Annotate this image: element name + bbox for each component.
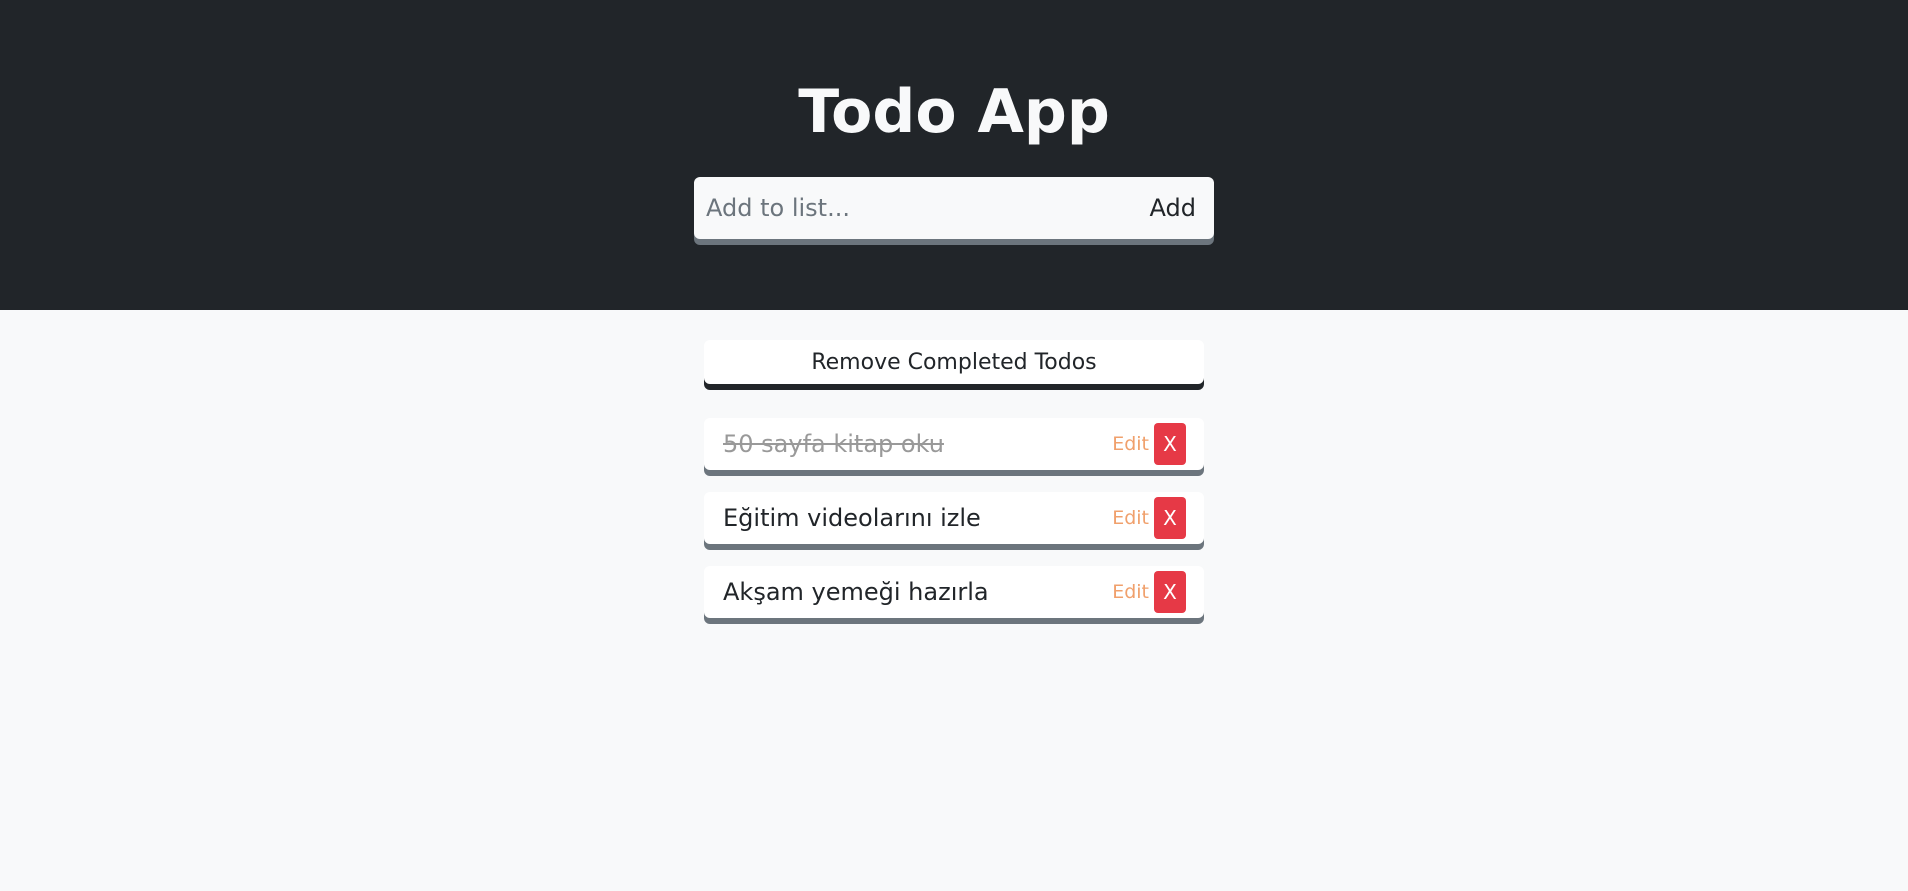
delete-button[interactable]: X bbox=[1154, 571, 1186, 613]
todo-text[interactable]: Eğitim videolarını izle bbox=[704, 504, 1107, 532]
add-todo-input[interactable] bbox=[694, 177, 1132, 239]
todo-item[interactable]: Akşam yemeği hazırla Edit X bbox=[704, 566, 1204, 618]
edit-button[interactable]: Edit bbox=[1107, 581, 1154, 603]
edit-button[interactable]: Edit bbox=[1107, 433, 1154, 455]
add-todo-form: Add bbox=[694, 177, 1214, 239]
edit-button[interactable]: Edit bbox=[1107, 507, 1154, 529]
todo-item[interactable]: 50 sayfa kitap oku Edit X bbox=[704, 418, 1204, 470]
delete-button[interactable]: X bbox=[1154, 497, 1186, 539]
todo-item[interactable]: Eğitim videolarını izle Edit X bbox=[704, 492, 1204, 544]
app-title: Todo App bbox=[798, 77, 1110, 147]
todo-text[interactable]: 50 sayfa kitap oku bbox=[704, 430, 1107, 458]
todo-text[interactable]: Akşam yemeği hazırla bbox=[704, 578, 1107, 606]
todo-list: 50 sayfa kitap oku Edit X Eğitim videola… bbox=[704, 418, 1204, 640]
header: Todo App Add bbox=[0, 0, 1908, 310]
remove-completed-button[interactable]: Remove Completed Todos bbox=[704, 340, 1204, 384]
delete-button[interactable]: X bbox=[1154, 423, 1186, 465]
add-button[interactable]: Add bbox=[1132, 177, 1214, 239]
